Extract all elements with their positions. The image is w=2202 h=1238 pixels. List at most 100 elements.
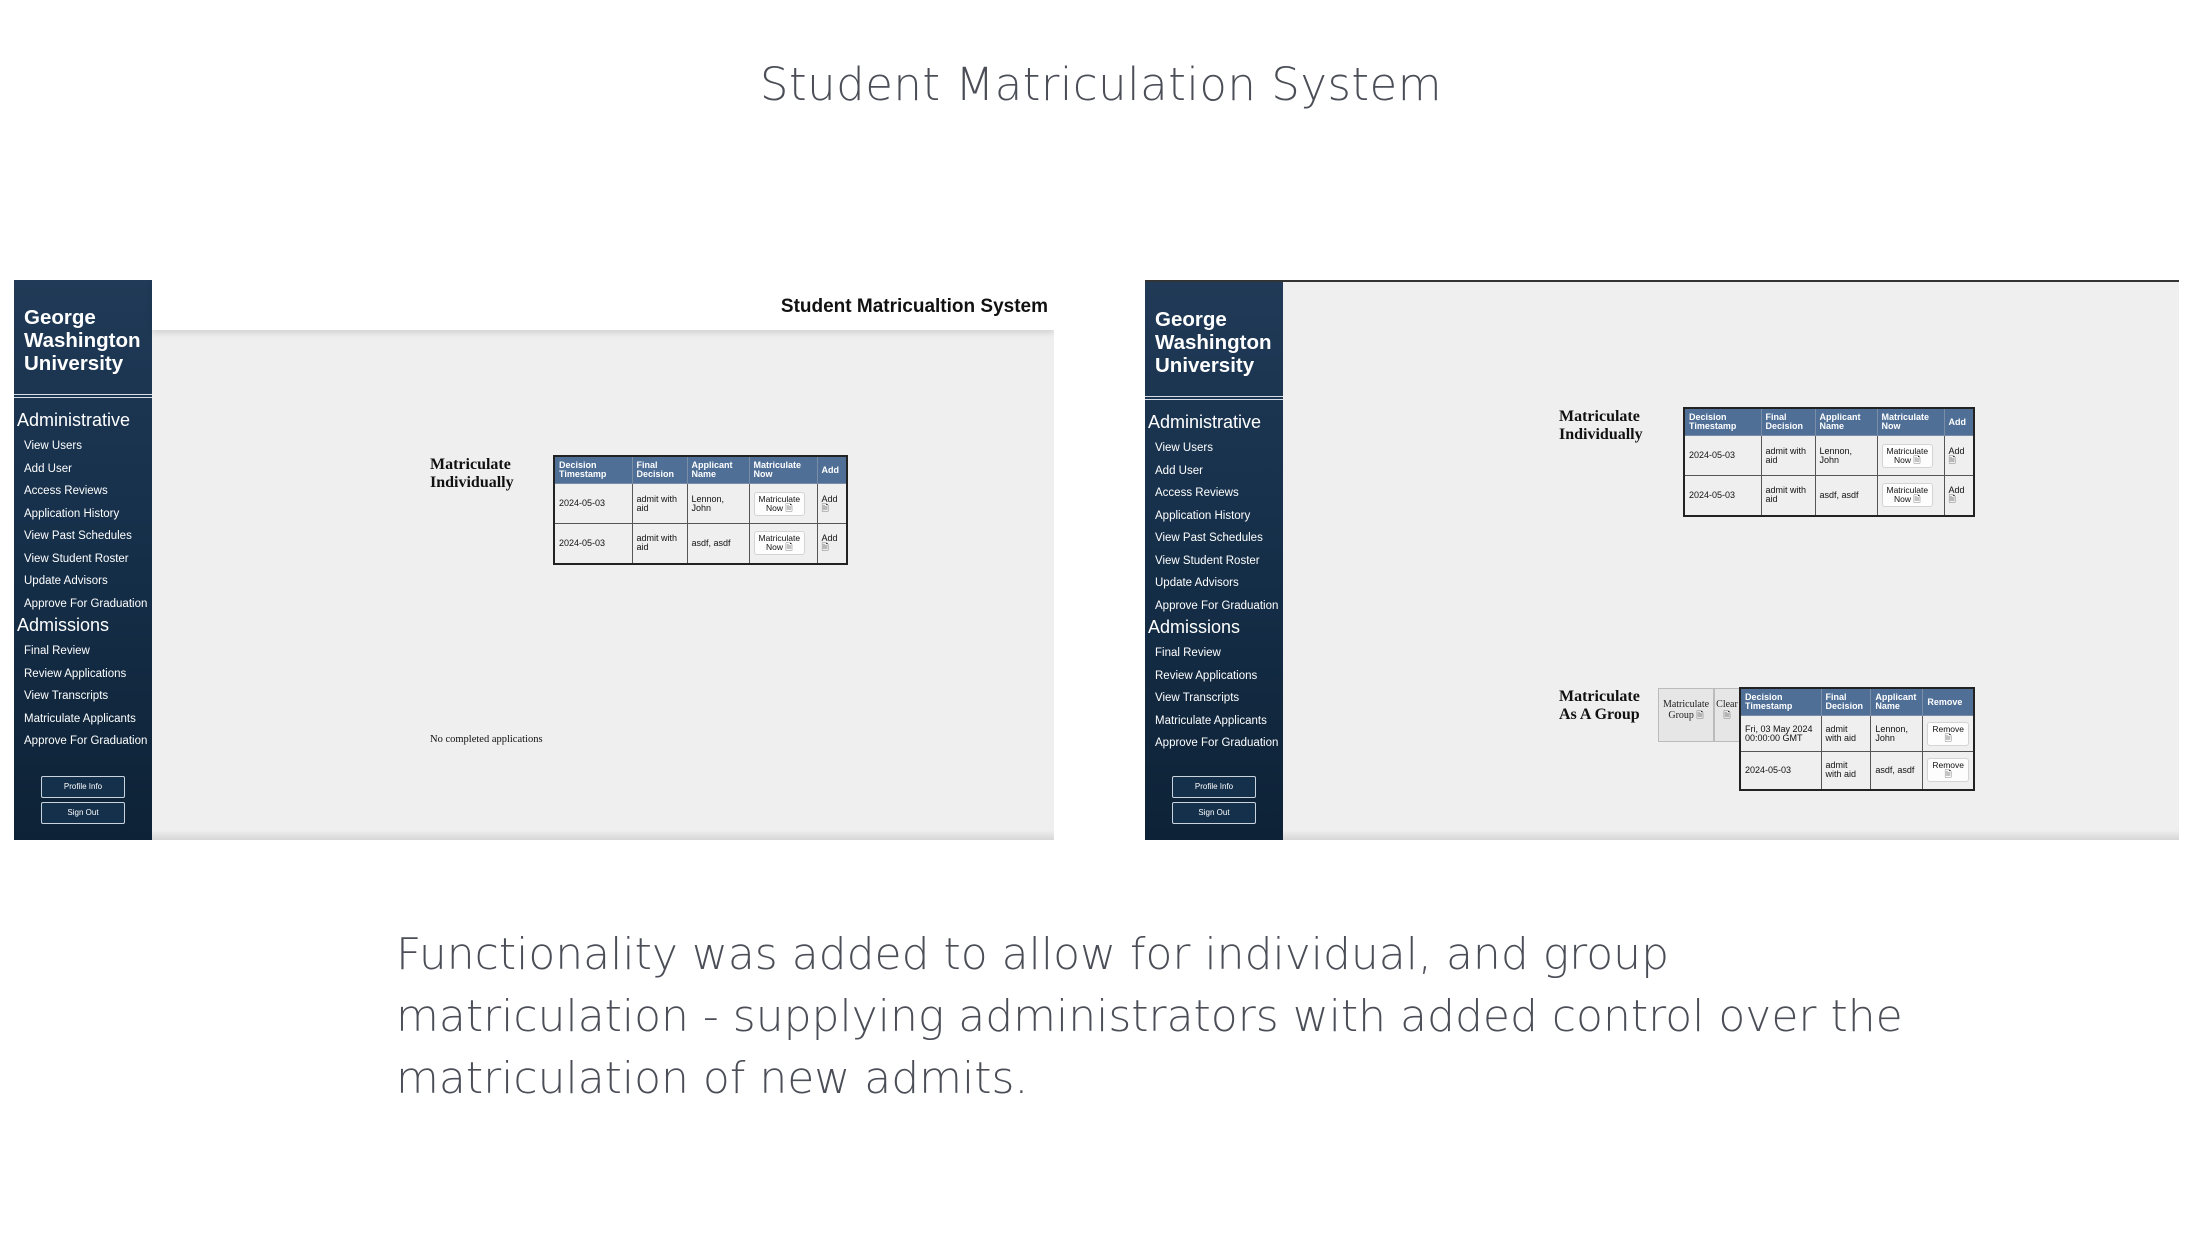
- cell-action: Matriculate Now 🗎: [748, 523, 818, 564]
- nav-matriculate-applicants[interactable]: Matriculate Applicants: [14, 708, 152, 731]
- cell-name: Lennon, John: [1814, 435, 1878, 476]
- cell-name: Lennon, John: [686, 483, 750, 524]
- document-icon: 🗎: [1723, 710, 1731, 720]
- cell-action: Matriculate Now 🗎: [1876, 475, 1945, 516]
- no-completed-applications: No completed applications: [430, 734, 543, 745]
- nav-view-student-roster[interactable]: View Student Roster: [1145, 550, 1283, 573]
- table-header-row: Decision Timestamp Final Decision Applican…: [1739, 687, 1975, 716]
- cell-timestamp: 2024-05-03: [553, 483, 633, 524]
- logo-line: George: [1155, 308, 1227, 331]
- document-icon: 🗎: [1913, 494, 1921, 505]
- group-table: Decision Timestamp Final Decision Applican…: [1739, 687, 1975, 791]
- cell-action: Matriculate Now 🗎: [748, 483, 818, 524]
- add-button[interactable]: Add 🗎: [822, 494, 838, 513]
- cell-add: Add 🗎: [1943, 435, 1975, 476]
- nav-approve-graduation-2[interactable]: Approve For Graduation: [1145, 732, 1283, 755]
- cell-add: Add 🗎: [1943, 475, 1975, 516]
- cell-timestamp: Fri, 03 May 2024 00:00:00 GMT: [1739, 715, 1822, 752]
- nav-add-user[interactable]: Add User: [1145, 460, 1283, 483]
- nav-final-review[interactable]: Final Review: [1145, 642, 1283, 665]
- individual-table: Decision Timestamp Final Decision Applican…: [553, 455, 848, 565]
- remove-button[interactable]: Remove 🗎: [1927, 721, 1969, 746]
- col-decision-timestamp: Decision Timestamp: [1739, 687, 1822, 716]
- nav-matriculate-applicants[interactable]: Matriculate Applicants: [1145, 710, 1283, 733]
- cell-decision: admit with aid: [1820, 715, 1872, 752]
- nav-access-reviews[interactable]: Access Reviews: [14, 480, 152, 503]
- nav-add-user[interactable]: Add User: [14, 458, 152, 481]
- document-icon: 🗎: [1696, 710, 1704, 720]
- col-applicant-name: Applicant Name: [1870, 687, 1924, 716]
- document-icon: 🗎: [1948, 454, 1956, 465]
- sidebar: George Washington University Administrat…: [1145, 282, 1283, 840]
- sign-out-button[interactable]: Sign Out: [41, 802, 125, 824]
- nav-update-advisors[interactable]: Update Advisors: [1145, 572, 1283, 595]
- cell-add: Add 🗎: [816, 523, 848, 564]
- profile-info-button[interactable]: Profile Info: [1172, 776, 1256, 798]
- caption-line: Functionality was added to allow for ind…: [396, 929, 1669, 980]
- col-add: Add: [816, 455, 848, 484]
- profile-info-button[interactable]: Profile Info: [41, 776, 125, 798]
- cell-remove: Remove 🗎: [1922, 715, 1975, 752]
- university-logo[interactable]: George Washington University: [1145, 282, 1283, 400]
- col-decision-timestamp: Decision Timestamp: [1683, 407, 1762, 436]
- nav-view-past-schedules[interactable]: View Past Schedules: [14, 525, 152, 548]
- logo-line: George: [24, 306, 96, 329]
- cell-decision: admit with aid: [631, 523, 688, 564]
- cell-add: Add 🗎: [816, 483, 848, 524]
- heading-line: Matriculate: [1559, 688, 1640, 705]
- sign-out-button[interactable]: Sign Out: [1172, 802, 1256, 824]
- nav-view-student-roster[interactable]: View Student Roster: [14, 548, 152, 571]
- nav-view-transcripts[interactable]: View Transcripts: [1145, 687, 1283, 710]
- add-button[interactable]: Add 🗎: [822, 533, 838, 552]
- nav-approve-graduation[interactable]: Approve For Graduation: [14, 593, 152, 616]
- nav-approve-graduation-2[interactable]: Approve For Graduation: [14, 730, 152, 753]
- heading-line: Matriculate: [430, 456, 511, 473]
- col-matriculate-now: Matriculate Now: [748, 455, 818, 484]
- screenshot-individual: George Washington University Administrat…: [14, 280, 1054, 840]
- add-button[interactable]: Add 🗎: [1949, 446, 1965, 465]
- matriculate-group-heading: Matriculate As A Group: [1559, 688, 1640, 724]
- bottom-shadow: [152, 830, 1054, 840]
- document-icon: 🗎: [785, 542, 793, 553]
- table-row: 2024-05-03 admit with aid asdf, asdf Matr…: [553, 523, 848, 564]
- top-bar: Student Matricualtion System: [152, 280, 1054, 330]
- nav-final-review[interactable]: Final Review: [14, 640, 152, 663]
- nav-application-history[interactable]: Application History: [1145, 505, 1283, 528]
- logo-line: University: [24, 352, 124, 375]
- table-header-row: Decision Timestamp Final Decision Applican…: [553, 455, 848, 484]
- add-button[interactable]: Add 🗎: [1949, 485, 1965, 504]
- cell-timestamp: 2024-05-03: [553, 523, 633, 564]
- nav-view-past-schedules[interactable]: View Past Schedules: [1145, 527, 1283, 550]
- nav-view-users[interactable]: View Users: [1145, 437, 1283, 460]
- document-icon: 🗎: [1913, 454, 1921, 465]
- logo-line: University: [1155, 354, 1255, 377]
- logo-line: Washington: [1155, 331, 1272, 354]
- document-icon: 🗎: [1948, 494, 1956, 505]
- nav-review-applications[interactable]: Review Applications: [14, 663, 152, 686]
- university-logo[interactable]: George Washington University: [14, 280, 152, 398]
- matriculate-now-button[interactable]: Matriculate Now 🗎: [753, 531, 806, 556]
- cell-name: asdf, asdf: [686, 523, 750, 564]
- matriculate-now-button[interactable]: Matriculate Now 🗎: [1881, 483, 1934, 508]
- nav-access-reviews[interactable]: Access Reviews: [1145, 482, 1283, 505]
- nav-update-advisors[interactable]: Update Advisors: [14, 570, 152, 593]
- col-applicant-name: Applicant Name: [686, 455, 750, 484]
- nav-review-applications[interactable]: Review Applications: [1145, 665, 1283, 688]
- cell-action: Matriculate Now 🗎: [1876, 435, 1945, 476]
- matriculate-now-button[interactable]: Matriculate Now 🗎: [753, 491, 806, 516]
- document-icon: 🗎: [821, 502, 829, 513]
- matriculate-group-button[interactable]: Matriculate Group 🗎: [1658, 688, 1714, 742]
- nav-view-transcripts[interactable]: View Transcripts: [14, 685, 152, 708]
- cell-decision: admit with aid: [631, 483, 688, 524]
- nav-approve-graduation[interactable]: Approve For Graduation: [1145, 595, 1283, 618]
- individual-table: Decision Timestamp Final Decision Applican…: [1683, 407, 1975, 517]
- remove-button[interactable]: Remove 🗎: [1927, 758, 1969, 783]
- cell-timestamp: 2024-05-03: [1683, 475, 1762, 516]
- nav-view-users[interactable]: View Users: [14, 435, 152, 458]
- matriculate-now-button[interactable]: Matriculate Now 🗎: [1881, 443, 1934, 468]
- clear-button[interactable]: Clear 🗎: [1714, 688, 1740, 742]
- section-administrative: Administrative: [1148, 412, 1262, 432]
- nav-application-history[interactable]: Application History: [14, 503, 152, 526]
- table-row: 2024-05-03 admit with aid Lennon, John Mat…: [553, 483, 848, 524]
- slide-title: Student Matriculation System: [759, 58, 1443, 111]
